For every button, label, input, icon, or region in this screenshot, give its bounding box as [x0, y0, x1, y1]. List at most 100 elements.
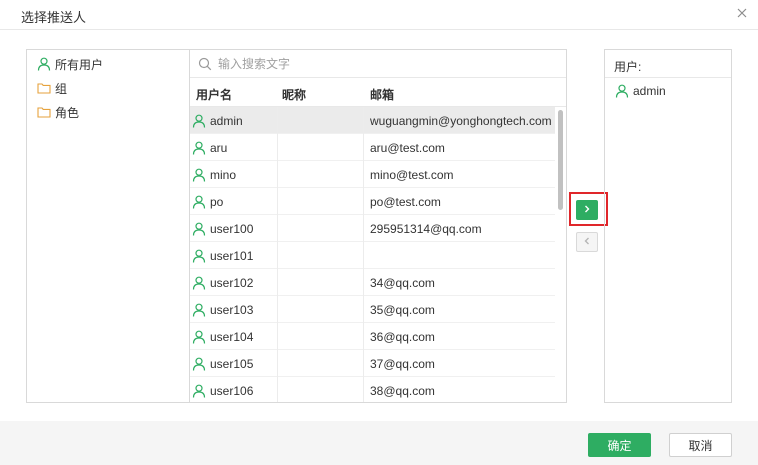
table-row[interactable]: user102 34@qq.com — [190, 269, 555, 296]
cell-username: po — [192, 188, 277, 215]
user-icon — [615, 84, 629, 98]
cell-email: po@test.com — [370, 194, 441, 209]
cell-username: aru — [192, 134, 277, 161]
close-icon[interactable] — [734, 5, 750, 21]
users-table-panel: 用户名 昵称 邮箱 admin wuguangmin@yonghongtech.c… — [189, 49, 567, 403]
table-row[interactable]: user105 37@qq.com — [190, 350, 555, 377]
cell-nickname — [277, 350, 364, 377]
cell-nickname — [277, 215, 364, 242]
cancel-button[interactable]: 取消 — [669, 433, 732, 457]
cell-username: mino — [192, 161, 277, 188]
cell-email: 295951314@qq.com — [370, 221, 482, 236]
cell-email: 34@qq.com — [370, 275, 435, 290]
user-icon — [192, 195, 206, 209]
dialog-header: 选择推送人 — [0, 0, 758, 30]
user-icon — [192, 168, 206, 182]
tree-item-label: 所有用户 — [55, 57, 104, 72]
selected-header: 用户: — [605, 50, 731, 78]
cell-username: admin — [192, 107, 277, 134]
cell-nickname — [277, 377, 364, 402]
search-icon — [198, 57, 212, 71]
cell-username: user101 — [192, 242, 277, 269]
folder-icon — [37, 81, 51, 95]
column-header-username[interactable]: 用户名 — [196, 86, 232, 103]
dialog-footer: 确定 取消 — [0, 421, 758, 465]
tree-item-label: 组 — [55, 81, 68, 96]
ok-button[interactable]: 确定 — [588, 433, 651, 457]
dialog-title: 选择推送人 — [21, 10, 87, 25]
username-text: po — [210, 194, 224, 209]
chevron-right-icon — [582, 203, 592, 217]
cell-nickname — [277, 161, 364, 188]
table-row[interactable]: user103 35@qq.com — [190, 296, 555, 323]
scrollbar-thumb[interactable] — [558, 110, 563, 210]
username-text: user105 — [210, 356, 254, 371]
user-icon — [192, 141, 206, 155]
tree-item-roles[interactable]: 角色 — [37, 102, 79, 122]
search-input[interactable] — [218, 55, 558, 73]
cell-email — [370, 242, 555, 269]
cell-email: 35@qq.com — [370, 302, 435, 317]
cell-nickname — [277, 242, 364, 269]
table-row[interactable]: mino mino@test.com — [190, 161, 555, 188]
cell-email: mino@test.com — [370, 167, 454, 182]
cell-username: user105 — [192, 350, 277, 377]
cell-nickname — [277, 134, 364, 161]
user-icon — [192, 357, 206, 371]
cell-nickname — [277, 188, 364, 215]
selected-header-label: 用户: — [614, 60, 642, 74]
column-header-nickname[interactable]: 昵称 — [282, 86, 306, 103]
cell-username: user103 — [192, 296, 277, 323]
username-text: user100 — [210, 221, 254, 236]
username-text: mino — [210, 167, 237, 182]
username-text: user104 — [210, 329, 254, 344]
user-icon — [192, 276, 206, 290]
selected-users-panel: 用户: admin — [604, 49, 732, 403]
user-icon — [192, 303, 206, 317]
table-row[interactable]: user106 38@qq.com — [190, 377, 555, 402]
cell-nickname — [277, 107, 364, 134]
table-row[interactable]: aru aru@test.com — [190, 134, 555, 161]
user-icon — [192, 114, 206, 128]
tree-item-all-users[interactable]: 所有用户 — [37, 54, 103, 74]
username-text: user103 — [210, 302, 254, 317]
table-row[interactable]: user100 295951314@qq.com — [190, 215, 555, 242]
move-left-button[interactable] — [576, 232, 598, 252]
user-icon — [192, 222, 206, 236]
user-icon — [192, 330, 206, 344]
cell-email: aru@test.com — [370, 140, 445, 155]
table-header: 用户名 昵称 邮箱 — [190, 79, 566, 107]
cell-email: 37@qq.com — [370, 356, 435, 371]
username-text: aru — [210, 140, 228, 155]
column-header-email[interactable]: 邮箱 — [370, 86, 394, 103]
users-table-body: admin wuguangmin@yonghongtech.com aru aru@t… — [190, 107, 555, 402]
chevron-left-icon — [582, 235, 592, 249]
table-row[interactable]: user104 36@qq.com — [190, 323, 555, 350]
cell-email: 36@qq.com — [370, 329, 435, 344]
move-right-button[interactable] — [576, 200, 598, 220]
table-row[interactable]: po po@test.com — [190, 188, 555, 215]
username-text: user102 — [210, 275, 254, 290]
cell-username: user100 — [192, 215, 277, 242]
tree-item-groups[interactable]: 组 — [37, 78, 67, 98]
folder-icon — [37, 105, 51, 119]
selected-user-name: admin — [633, 84, 666, 98]
username-text: user101 — [210, 248, 254, 263]
cell-username: user106 — [192, 377, 277, 402]
user-tree-panel: 所有用户 组 角色 — [26, 49, 190, 403]
user-icon — [37, 57, 51, 71]
username-text: admin — [210, 113, 243, 128]
user-icon — [192, 249, 206, 263]
user-icon — [192, 384, 206, 398]
vertical-scrollbar[interactable] — [556, 107, 566, 402]
cell-nickname — [277, 269, 364, 296]
table-row[interactable]: user101 — [190, 242, 555, 269]
search-bar — [190, 50, 566, 78]
cell-nickname — [277, 323, 364, 350]
selected-user-item[interactable]: admin — [615, 82, 666, 100]
tree-item-label: 角色 — [55, 105, 80, 120]
cell-username: user104 — [192, 323, 277, 350]
cell-email: 38@qq.com — [370, 383, 435, 398]
cell-email: wuguangmin@yonghongtech.com — [370, 113, 552, 128]
table-row[interactable]: admin wuguangmin@yonghongtech.com — [190, 107, 555, 134]
